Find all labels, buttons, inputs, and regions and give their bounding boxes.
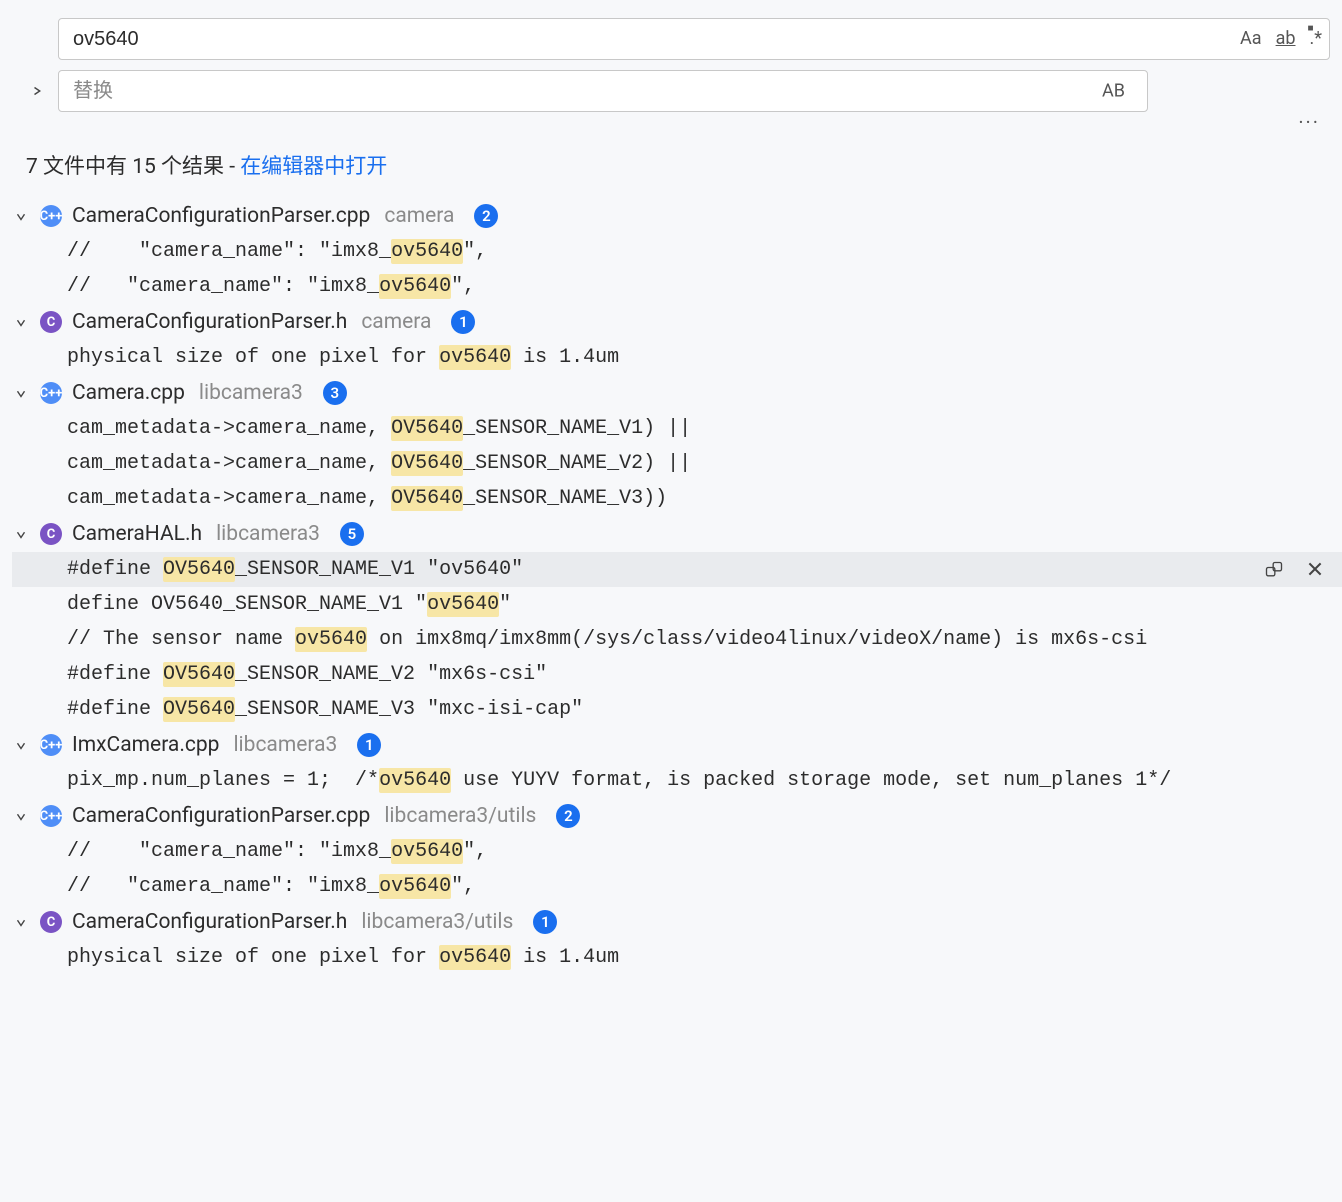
match-count-badge: 1 xyxy=(533,910,557,934)
chevron-down-icon[interactable] xyxy=(12,809,30,823)
match-row[interactable]: cam_metadata->camera_name, OV5640_SENSOR… xyxy=(12,446,1342,481)
file-result-row[interactable]: C CameraConfigurationParser.h libcamera3/u… xyxy=(12,904,1342,940)
chevron-down-icon[interactable] xyxy=(12,315,30,329)
search-input[interactable] xyxy=(58,18,1330,60)
match-whole-word-button[interactable]: ab xyxy=(1276,30,1296,48)
match-row[interactable]: // "camera_name": "imx8_ov5640", xyxy=(12,869,1342,904)
chevron-down-icon[interactable] xyxy=(12,527,30,541)
match-row[interactable]: define OV5640_SENSOR_NAME_V1 "ov5640" xyxy=(12,587,1342,622)
chevron-down-icon[interactable] xyxy=(12,386,30,400)
file-name: Camera.cpp xyxy=(72,381,185,405)
match-count-badge: 2 xyxy=(556,804,580,828)
toggle-replace-icon[interactable] xyxy=(29,84,47,98)
file-type-icon: C xyxy=(40,911,62,933)
file-result-row[interactable]: C CameraConfigurationParser.h camera 1 xyxy=(12,304,1342,340)
file-name: CameraConfigurationParser.cpp xyxy=(72,804,370,828)
file-result-row[interactable]: C++ ImxCamera.cpp libcamera3 1 xyxy=(12,727,1342,763)
file-type-icon: C++ xyxy=(40,205,62,227)
chevron-down-icon[interactable] xyxy=(12,915,30,929)
open-in-editor-link[interactable]: 在编辑器中打开 xyxy=(240,155,387,179)
match-row[interactable]: // "camera_name": "imx8_ov5640", xyxy=(12,269,1342,304)
search-results: C++ CameraConfigurationParser.cpp camera 2 /… xyxy=(0,198,1342,975)
file-name: CameraHAL.h xyxy=(72,522,202,546)
file-result-row[interactable]: C CameraHAL.h libcamera3 5 xyxy=(12,516,1342,552)
use-regex-button[interactable]: ■ .* xyxy=(1310,30,1323,48)
preserve-case-button[interactable]: AB xyxy=(1102,81,1125,102)
file-path: libcamera3 xyxy=(216,522,320,546)
match-count-badge: 5 xyxy=(340,522,364,546)
match-row[interactable]: #define OV5640_SENSOR_NAME_V3 "mxc-isi-c… xyxy=(12,692,1342,727)
match-row[interactable]: cam_metadata->camera_name, OV5640_SENSOR… xyxy=(12,411,1342,446)
file-path: libcamera3/utils xyxy=(384,804,536,828)
dismiss-icon[interactable] xyxy=(1306,560,1324,580)
file-path: libcamera3/utils xyxy=(361,910,513,934)
file-path: camera xyxy=(384,204,454,228)
more-options-button[interactable]: ··· xyxy=(0,110,1342,134)
file-name: CameraConfigurationParser.cpp xyxy=(72,204,370,228)
match-row[interactable]: physical size of one pixel for ov5640 is… xyxy=(12,340,1342,375)
file-result-row[interactable]: C++ CameraConfigurationParser.cpp libcamer… xyxy=(12,798,1342,834)
file-type-icon: C++ xyxy=(40,734,62,756)
match-row[interactable]: // The sensor name ov5640 on imx8mq/imx8… xyxy=(12,622,1342,657)
file-result-row[interactable]: C++ Camera.cpp libcamera3 3 xyxy=(12,375,1342,411)
file-type-icon: C xyxy=(40,311,62,333)
replace-input[interactable] xyxy=(58,70,1148,112)
file-result-row[interactable]: C++ CameraConfigurationParser.cpp camera 2 xyxy=(12,198,1342,234)
match-row[interactable]: pix_mp.num_planes = 1; /*ov5640 use YUYV… xyxy=(12,763,1342,798)
results-summary: 7 文件中有 15 个结果 - xyxy=(26,155,240,179)
match-count-badge: 3 xyxy=(323,381,347,405)
match-row[interactable]: // "camera_name": "imx8_ov5640", xyxy=(12,234,1342,269)
match-case-button[interactable]: Aa xyxy=(1240,30,1262,48)
file-name: CameraConfigurationParser.h xyxy=(72,910,347,934)
file-type-icon: C++ xyxy=(40,805,62,827)
match-row[interactable]: #define OV5640_SENSOR_NAME_V2 "mx6s-csi" xyxy=(12,657,1342,692)
chevron-down-icon[interactable] xyxy=(12,738,30,752)
match-row[interactable]: #define OV5640_SENSOR_NAME_V1 "ov5640" xyxy=(12,552,1342,587)
match-count-badge: 1 xyxy=(451,310,475,334)
match-row[interactable]: cam_metadata->camera_name, OV5640_SENSOR… xyxy=(12,481,1342,516)
file-type-icon: C++ xyxy=(40,382,62,404)
file-path: libcamera3 xyxy=(199,381,303,405)
match-row[interactable]: physical size of one pixel for ov5640 is… xyxy=(12,940,1342,975)
replace-single-icon[interactable] xyxy=(1264,560,1284,580)
file-path: camera xyxy=(361,310,431,334)
match-count-badge: 1 xyxy=(357,733,381,757)
file-name: ImxCamera.cpp xyxy=(72,733,219,757)
file-path: libcamera3 xyxy=(233,733,337,757)
file-name: CameraConfigurationParser.h xyxy=(72,310,347,334)
match-count-badge: 2 xyxy=(474,204,498,228)
file-type-icon: C xyxy=(40,523,62,545)
chevron-down-icon[interactable] xyxy=(12,209,30,223)
match-row[interactable]: // "camera_name": "imx8_ov5640", xyxy=(12,834,1342,869)
